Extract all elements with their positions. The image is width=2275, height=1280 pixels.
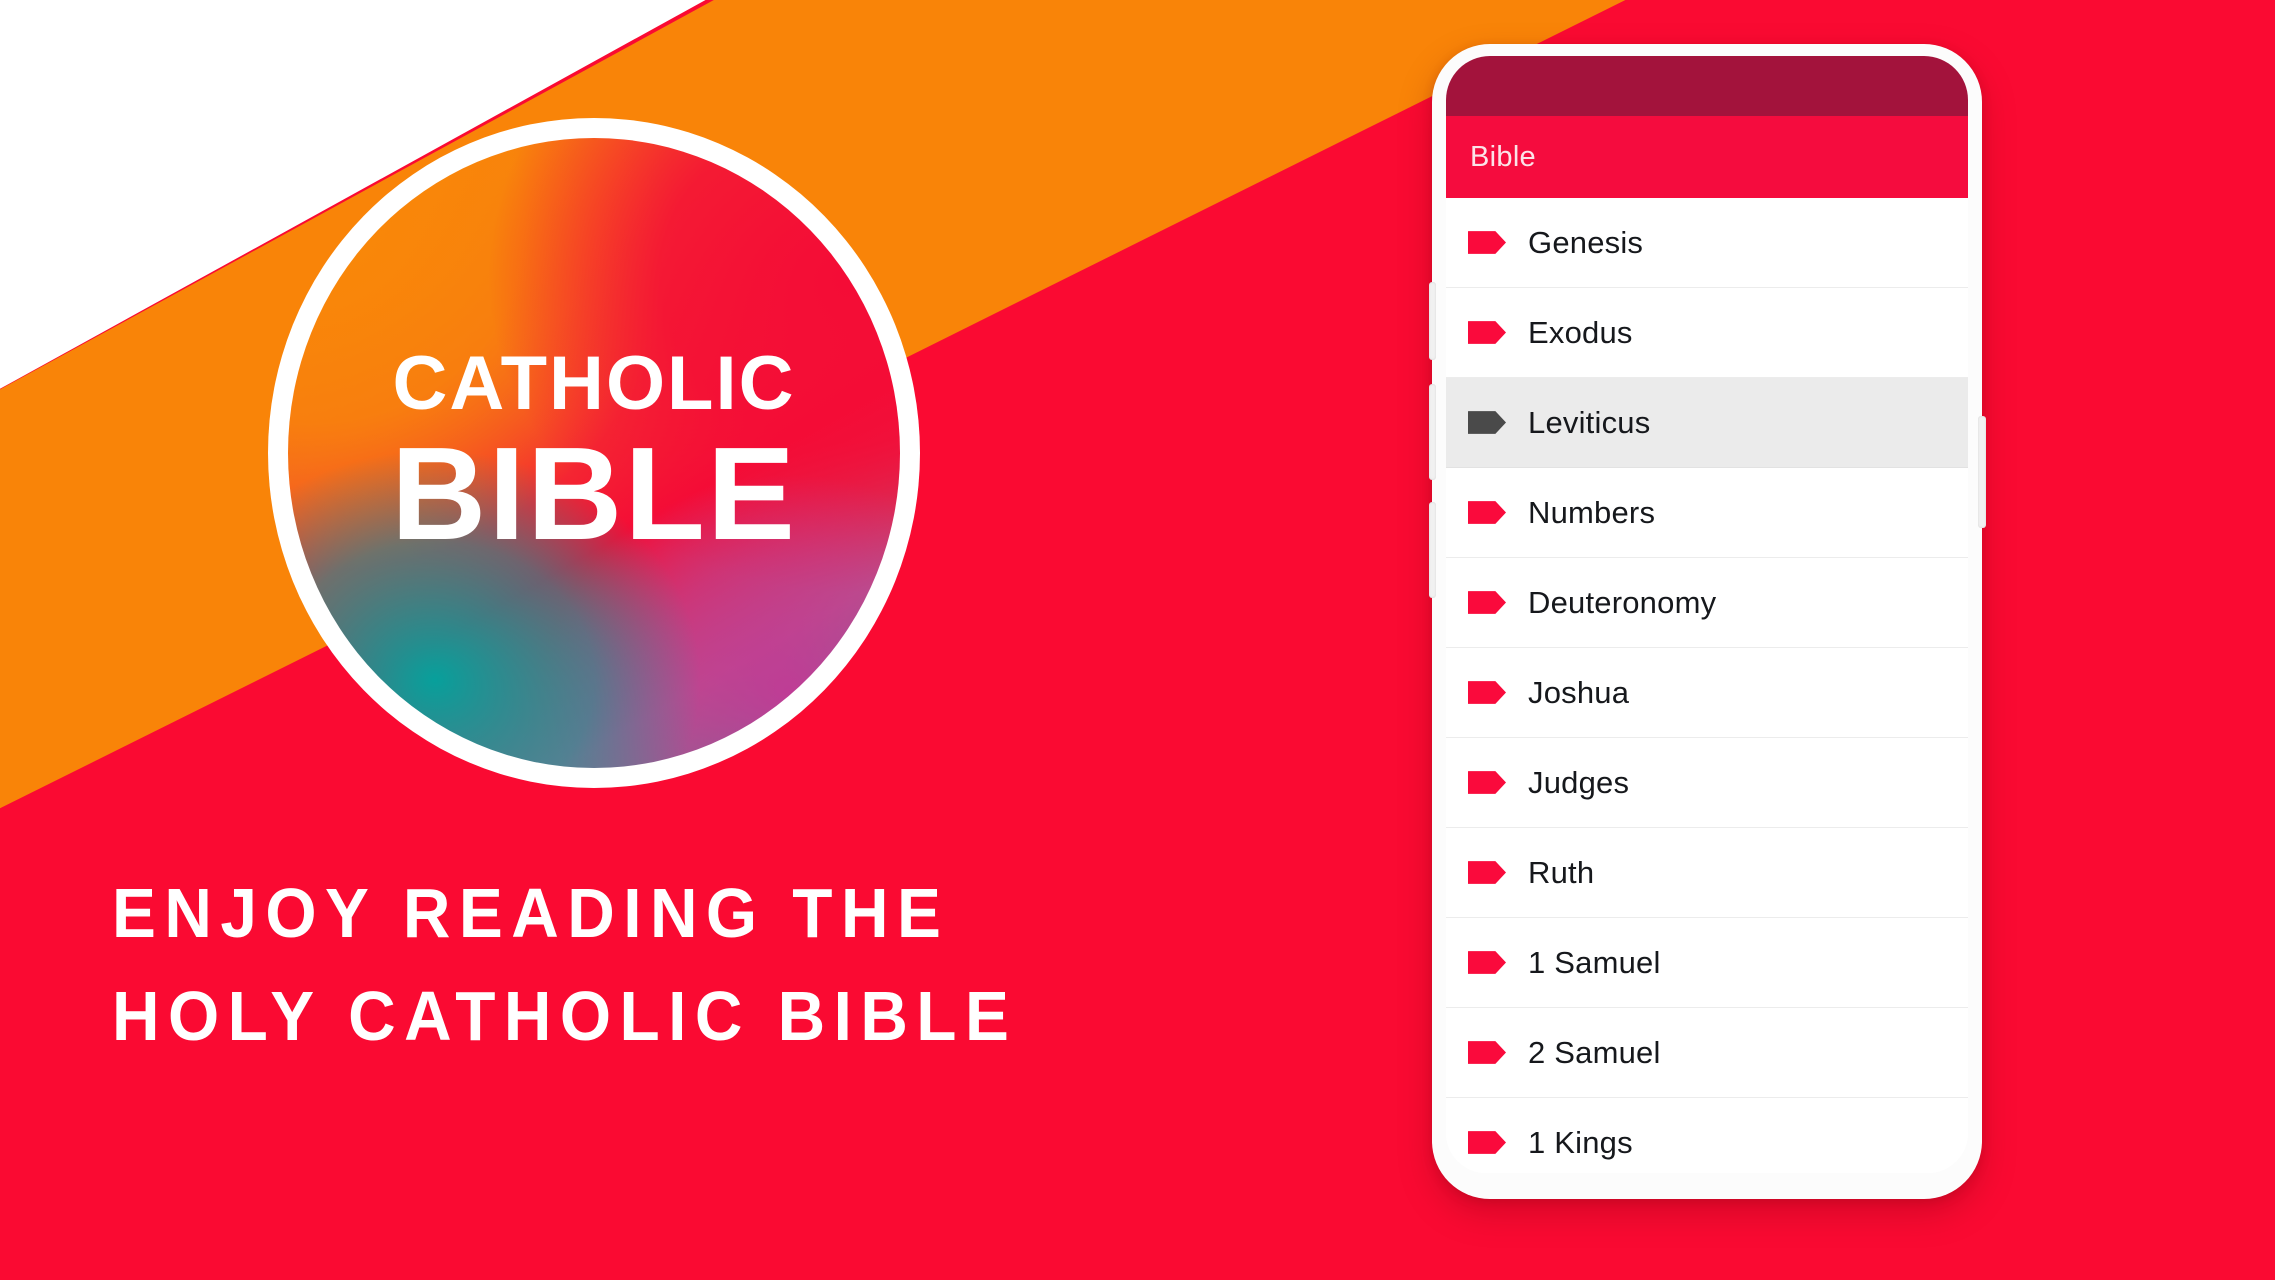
book-list-item-label: 1 Samuel [1528, 944, 1661, 980]
logo-text-bible: BIBLE [391, 420, 797, 567]
book-list-item[interactable]: Ruth [1446, 828, 1968, 918]
app-logo-gradient-disc: CATHOLIC BIBLE [288, 138, 900, 768]
book-list-item-label: 1 Kings [1528, 1124, 1633, 1160]
book-list-item-label: Exodus [1528, 314, 1633, 350]
tag-icon [1468, 231, 1506, 254]
tag-icon [1468, 411, 1506, 434]
book-list-item-label: Ruth [1528, 854, 1595, 890]
status-bar [1446, 56, 1968, 116]
book-list-item[interactable]: 1 Kings [1446, 1098, 1968, 1173]
book-list-item[interactable]: 1 Samuel [1446, 918, 1968, 1008]
book-list[interactable]: Genesis Exodus Leviticus Numbers Deuteronomy… [1446, 198, 1968, 1173]
book-list-item-label: Leviticus [1528, 404, 1651, 440]
volume-down-button[interactable] [1429, 384, 1436, 480]
promo-banner: CATHOLIC BIBLE ENJOY READING THE HOLY CA… [0, 0, 2275, 1280]
mute-switch-button[interactable] [1429, 502, 1436, 598]
book-list-item[interactable]: Joshua [1446, 648, 1968, 738]
phone-screen: Bible Genesis Exodus Leviticus Numbers Deute… [1446, 56, 1968, 1173]
app-bar: Bible [1446, 116, 1968, 198]
book-list-item-label: Deuteronomy [1528, 584, 1717, 620]
tag-icon [1468, 681, 1506, 704]
book-list-item[interactable]: Deuteronomy [1446, 558, 1968, 648]
book-list-item[interactable]: Exodus [1446, 288, 1968, 378]
book-list-item[interactable]: Genesis [1446, 198, 1968, 288]
book-list-item-label: Joshua [1528, 674, 1630, 710]
book-list-item[interactable]: Judges [1446, 738, 1968, 828]
phone-mockup: Bible Genesis Exodus Leviticus Numbers Deute… [1429, 44, 1986, 1199]
promo-tagline: ENJOY READING THE HOLY CATHOLIC BIBLE [112, 874, 1292, 1056]
book-list-item[interactable]: 2 Samuel [1446, 1008, 1968, 1098]
tag-icon [1468, 1041, 1506, 1064]
app-logo-badge: CATHOLIC BIBLE [268, 118, 920, 788]
logo-text-catholic: CATHOLIC [392, 341, 796, 426]
tag-icon [1468, 591, 1506, 614]
book-list-item-label: 2 Samuel [1528, 1034, 1661, 1070]
app-bar-title: Bible [1470, 140, 1536, 173]
book-list-item-label: Numbers [1528, 494, 1656, 530]
power-button[interactable] [1978, 416, 1986, 528]
book-list-item-label: Judges [1528, 764, 1630, 800]
tagline-line-1: ENJOY READING THE [112, 874, 950, 952]
book-list-item[interactable]: Leviticus [1446, 378, 1968, 468]
book-list-item[interactable]: Numbers [1446, 468, 1968, 558]
tag-icon [1468, 1131, 1506, 1154]
tagline-line-2: HOLY CATHOLIC BIBLE [112, 977, 1018, 1056]
tag-icon [1468, 501, 1506, 524]
tag-icon [1468, 771, 1506, 794]
book-list-item-label: Genesis [1528, 224, 1644, 260]
tag-icon [1468, 861, 1506, 884]
tag-icon [1468, 321, 1506, 344]
volume-up-button[interactable] [1429, 282, 1436, 360]
tag-icon [1468, 951, 1506, 974]
